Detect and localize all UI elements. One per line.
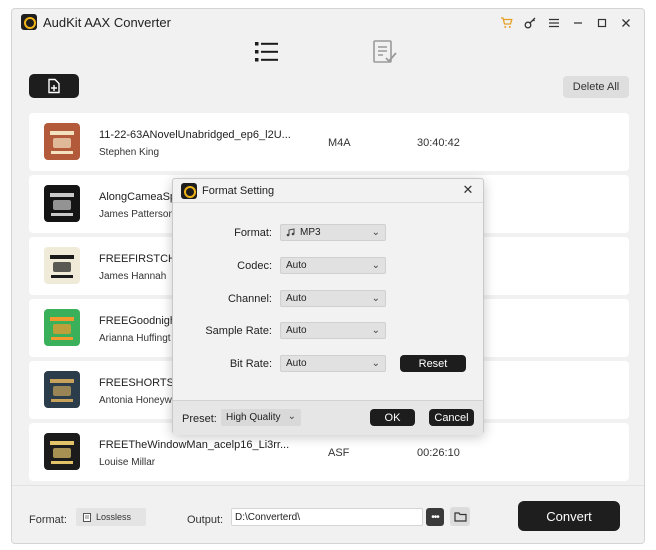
chevron-down-icon: ⌄ <box>371 325 380 336</box>
file-format: M4A <box>328 137 351 149</box>
output-folder-label: Output: <box>187 514 224 526</box>
audiobook-cover <box>44 247 80 284</box>
audiobook-cover <box>44 309 80 346</box>
dialog-close-icon[interactable]: ✕ <box>461 183 475 197</box>
file-title: 11-22-63ANovelUnabridged_ep6_l2U... <box>99 129 291 141</box>
codec-label: Codec: <box>237 260 272 272</box>
tab-converting-list-icon[interactable] <box>254 39 280 65</box>
file-row[interactable]: 11-22-63ANovelUnabridged_ep6_l2U... Steph… <box>29 113 629 171</box>
menu-icon[interactable] <box>544 13 564 33</box>
format-value: MP3 <box>300 227 321 238</box>
app-title: AudKit AAX Converter <box>43 15 171 30</box>
dialog-title: Format Setting <box>202 185 275 197</box>
ok-button[interactable]: OK <box>370 409 415 426</box>
audiobook-cover <box>44 185 80 222</box>
chevron-down-icon: ⌄ <box>287 411 296 422</box>
bit-rate-label: Bit Rate: <box>229 358 272 370</box>
add-files-button[interactable] <box>29 74 79 98</box>
close-icon[interactable] <box>616 13 636 33</box>
output-folder-field[interactable]: D:\Converterd\ <box>231 508 423 526</box>
key-icon[interactable] <box>520 13 540 33</box>
file-author: James Patterson <box>99 209 175 220</box>
file-title: AlongCameaSpi <box>99 191 179 203</box>
file-author: Stephen King <box>99 147 160 158</box>
file-duration: 30:40:42 <box>417 137 460 149</box>
chevron-down-icon: ⌄ <box>371 293 380 304</box>
title-bar: AudKit AAX Converter <box>12 9 644 37</box>
sample-rate-label: Sample Rate: <box>205 325 272 337</box>
file-title: FREETheWindowMan_acelp16_Li3rr... <box>99 439 290 451</box>
chevron-down-icon: ⌄ <box>371 358 380 369</box>
audiobook-cover <box>44 433 80 470</box>
document-icon <box>83 512 91 522</box>
format-setting-dialog: Format Setting ✕ Format: MP3 ⌄ Codec: Au… <box>172 178 484 435</box>
audiobook-cover <box>44 371 80 408</box>
sample-rate-value: Auto <box>286 325 307 336</box>
file-author: Louise Millar <box>99 457 156 468</box>
file-duration: 00:26:10 <box>417 447 460 459</box>
tab-converted-history-icon[interactable] <box>372 39 398 65</box>
sample-rate-select[interactable]: Auto ⌄ <box>280 322 386 339</box>
file-author: James Hannah <box>99 271 167 282</box>
title-bar-controls <box>496 13 636 33</box>
output-format-value: Lossless <box>96 512 132 522</box>
preset-value: High Quality <box>226 412 281 423</box>
audiobook-cover <box>44 123 80 160</box>
format-label: Format: <box>234 227 272 239</box>
cancel-button[interactable]: Cancel <box>429 409 474 426</box>
channel-value: Auto <box>286 293 307 304</box>
minimize-icon[interactable] <box>568 13 588 33</box>
chevron-down-icon: ⌄ <box>371 260 380 271</box>
preset-select[interactable]: High Quality ⌄ <box>221 409 301 426</box>
open-folder-button[interactable] <box>450 507 470 526</box>
add-file-icon <box>48 78 60 94</box>
preset-label: Preset: <box>182 413 217 425</box>
reset-button[interactable]: Reset <box>400 355 466 372</box>
output-format-select[interactable]: Lossless <box>76 508 146 526</box>
file-author: Arianna Huffingt <box>99 333 171 344</box>
format-select[interactable]: MP3 ⌄ <box>280 224 386 241</box>
browse-more-button[interactable]: ••• <box>426 508 444 526</box>
dialog-footer: Preset: High Quality ⌄ OK Cancel <box>173 400 483 435</box>
folder-icon <box>453 512 467 522</box>
file-author: Antonia Honeyw <box>99 395 172 406</box>
codec-value: Auto <box>286 260 307 271</box>
bit-rate-value: Auto <box>286 358 307 369</box>
bottom-bar: Format: Lossless Output: D:\Converterd\ … <box>12 485 644 543</box>
cart-icon[interactable] <box>496 13 516 33</box>
dialog-header: Format Setting ✕ <box>173 179 483 203</box>
output-format-label: Format: <box>29 514 67 526</box>
channel-label: Channel: <box>227 293 272 305</box>
bit-rate-select[interactable]: Auto ⌄ <box>280 355 386 372</box>
app-logo-icon <box>21 14 37 30</box>
maximize-icon[interactable] <box>592 13 612 33</box>
dialog-app-logo-icon <box>181 183 197 199</box>
file-format: ASF <box>328 447 350 459</box>
codec-select[interactable]: Auto ⌄ <box>280 257 386 274</box>
convert-button[interactable]: Convert <box>518 501 620 531</box>
channel-select[interactable]: Auto ⌄ <box>280 290 386 307</box>
chevron-down-icon: ⌄ <box>371 227 380 238</box>
delete-all-button[interactable]: Delete All <box>563 76 629 98</box>
music-note-icon <box>286 228 295 237</box>
